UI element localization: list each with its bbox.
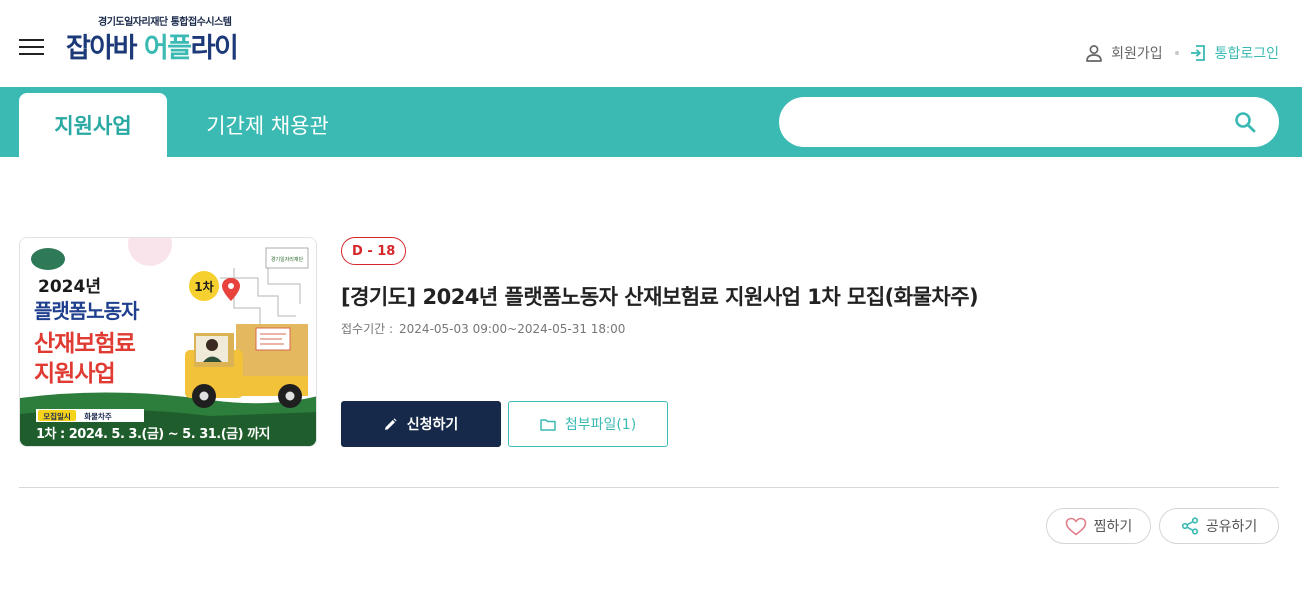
login-link[interactable]: 통합로그인 xyxy=(1189,43,1279,63)
svg-text:산재보험료: 산재보험료 xyxy=(34,331,136,357)
logo-subtitle: 경기도일자리재단 통합접수시스템 xyxy=(98,17,232,28)
svg-text:1차 : 2024. 5. 3.(금) ~ 5. 31.(금: 1차 : 2024. 5. 3.(금) ~ 5. 31.(금) 까지 xyxy=(36,426,270,442)
apply-label: 신청하기 xyxy=(406,417,459,433)
share-icon xyxy=(1181,517,1198,535)
nav-bar: 지원사업 기간제 채용관 xyxy=(0,87,1302,157)
login-icon xyxy=(1190,45,1205,61)
folder-icon xyxy=(540,418,556,431)
period-value: 2024-05-03 09:00~2024-05-31 18:00 xyxy=(399,322,626,336)
svg-text:지원사업: 지원사업 xyxy=(34,361,115,387)
svg-text:2024년: 2024년 xyxy=(38,277,101,297)
share-button[interactable]: 공유하기 xyxy=(1159,508,1279,544)
login-label: 통합로그인 xyxy=(1214,46,1279,62)
application-period: 접수기간 : 2024-05-03 09:00~2024-05-31 18:00 xyxy=(341,320,625,337)
logo-title: 잡아바 어플라이 xyxy=(66,33,239,64)
post-thumbnail[interactable]: 경기일자리재단 모집일시 화물차주 2024년 플랫폼노동자 산재보험료 지원사… xyxy=(19,237,317,447)
post-title[interactable]: [경기도] 2024년 플랫폼노동자 산재보험료 지원사업 1차 모집(화물차주… xyxy=(341,281,979,311)
search-box xyxy=(779,97,1279,147)
heart-icon xyxy=(1065,517,1086,535)
search-icon[interactable] xyxy=(1233,110,1257,134)
share-label: 공유하기 xyxy=(1205,519,1258,535)
tab-fixed-term-jobs[interactable]: 기간제 채용관 xyxy=(180,93,355,157)
dday-badge: D - 18 xyxy=(341,237,407,265)
separator-dot xyxy=(1174,51,1179,55)
period-label: 접수기간 : xyxy=(341,322,394,336)
join-label: 회원가입 xyxy=(1111,46,1163,62)
user-icon xyxy=(1086,45,1102,62)
attachment-label: 첨부파일(1) xyxy=(564,417,637,433)
svg-text:1차: 1차 xyxy=(194,279,213,294)
attachment-button[interactable]: 첨부파일(1) xyxy=(508,401,668,447)
site-header: 경기도일자리재단 통합접수시스템 잡아바 어플라이 회원가입 통합로그인 xyxy=(0,0,1302,87)
search-input[interactable] xyxy=(799,97,1219,147)
svg-text:화물차주: 화물차주 xyxy=(84,411,112,421)
site-logo[interactable]: 경기도일자리재단 통합접수시스템 잡아바 어플라이 xyxy=(66,12,296,72)
like-button[interactable]: 찜하기 xyxy=(1046,508,1151,544)
top-links: 회원가입 통합로그인 xyxy=(1085,41,1279,65)
apply-button[interactable]: 신청하기 xyxy=(341,401,501,447)
tab-support-programs[interactable]: 지원사업 xyxy=(19,93,167,157)
svg-text:플랫폼노동자: 플랫폼노동자 xyxy=(34,299,140,323)
divider xyxy=(19,487,1279,488)
pencil-icon xyxy=(384,417,397,430)
join-link[interactable]: 회원가입 xyxy=(1085,43,1163,63)
like-label: 찜하기 xyxy=(1093,519,1133,535)
svg-text:경기일자리재단: 경기일자리재단 xyxy=(271,256,304,263)
menu-icon[interactable] xyxy=(19,37,44,56)
svg-text:모집일시: 모집일시 xyxy=(43,411,71,421)
